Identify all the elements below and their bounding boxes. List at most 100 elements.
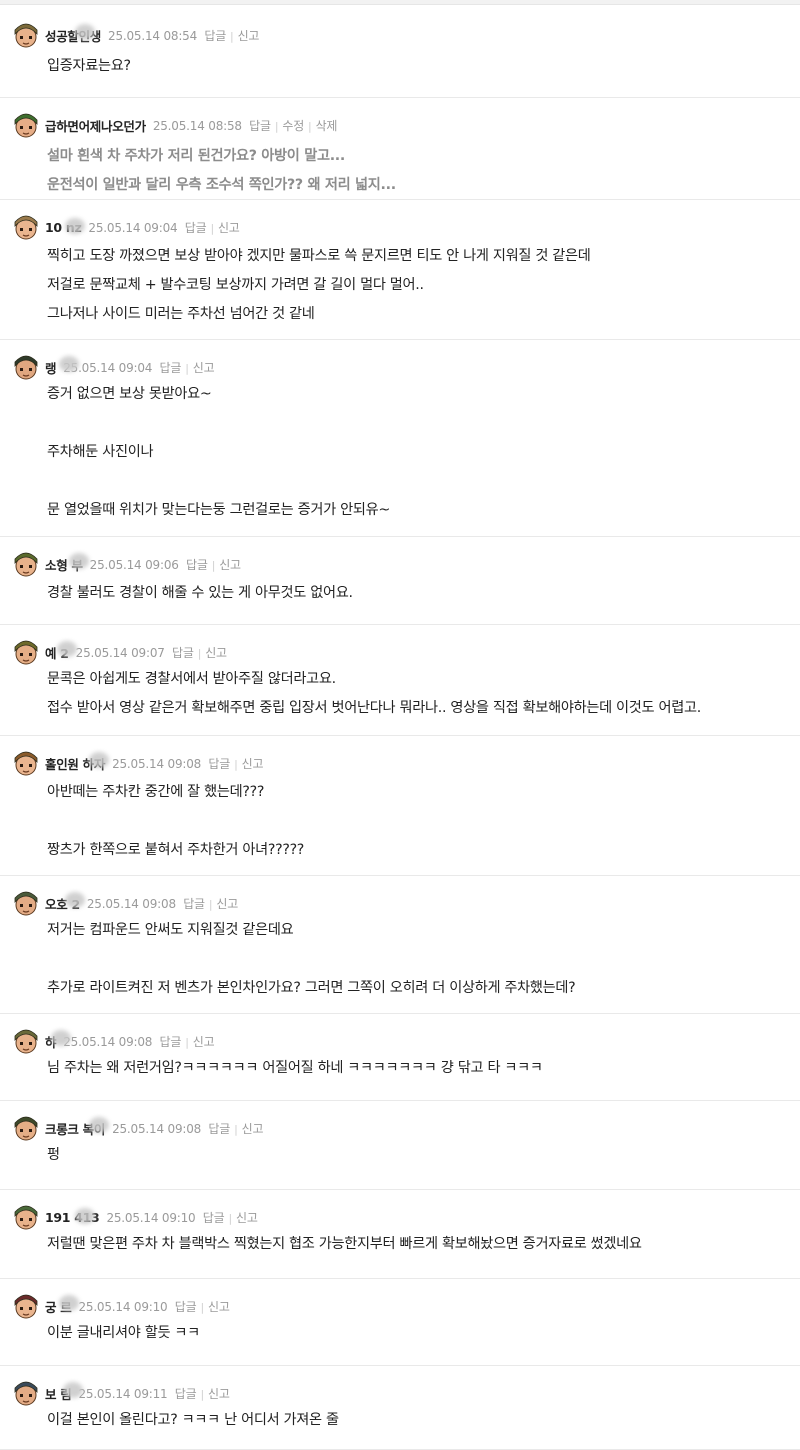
reply-button[interactable]: 답글	[208, 757, 230, 771]
comment-timestamp: 25.05.14 09:08	[112, 1121, 202, 1136]
meta-separator: |	[234, 1122, 238, 1136]
tan-helmet-avatar-icon[interactable]	[12, 21, 40, 49]
comment-nickname[interactable]: 궁 르	[45, 1294, 79, 1316]
comment-text-line: 찍히고 도장 까졌으면 보상 받아야 겠지만 물파스로 쓱 문지르면 티도 안 …	[47, 248, 591, 264]
report-button[interactable]: 신고	[242, 757, 264, 771]
meta-separator	[154, 362, 157, 375]
comment-text-line: 문콕은 아쉽게도 경찰서에서 받아주질 않더라고요.	[47, 671, 336, 687]
olive-cap-avatar-icon[interactable]	[12, 1027, 40, 1055]
comment-meta: 25.05.14 09:08 답글 | 신고	[63, 1033, 214, 1050]
report-button[interactable]: 신고	[242, 1122, 264, 1136]
comment-nickname[interactable]: 191 413	[45, 1207, 100, 1225]
reply-button[interactable]: 답글	[249, 119, 271, 133]
camo-helmet-avatar-icon[interactable]	[12, 889, 40, 917]
comment-body: 설마 흰색 차 주차가 저리 된건가요? 아방이 말고... 운전석이 일반과 달…	[47, 142, 780, 200]
comment-header: 랭 25.05.14 09:04 답글 | 신고	[12, 352, 215, 382]
comment-nickname[interactable]: 오호 2	[45, 891, 85, 913]
striped-helmet-avatar-icon[interactable]	[12, 638, 40, 666]
comment-nickname[interactable]: 예 2	[45, 640, 77, 662]
reply-button[interactable]: 답글	[175, 1300, 197, 1314]
comment-text-line: 님 주차는 왜 저런거임?ㅋㅋㅋㅋㅋㅋ 어질어질 하네 ㅋㅋㅋㅋㅋㅋㅋ 걍 닦고…	[47, 1060, 543, 1076]
comment-text-line: 접수 받아서 영상 같은거 확보해주면 중립 입장서 벗어난다나 뭐라나.. 영…	[47, 700, 701, 716]
meta-separator	[197, 1212, 200, 1225]
comment-item: 성공할인생 25.05.14 08:54 답글 | 신고 입증자료는요?	[0, 8, 800, 98]
comment-timestamp: 25.05.14 09:10	[106, 1210, 196, 1225]
report-button[interactable]: 신고	[193, 1035, 215, 1049]
nickname-blur-mask	[75, 23, 95, 40]
comment-meta: 25.05.14 09:04 답글 | 신고	[88, 219, 239, 236]
comment-timestamp: 25.05.14 09:04	[88, 220, 178, 235]
report-button[interactable]: 신고	[205, 646, 227, 660]
report-button[interactable]: 신고	[193, 361, 215, 375]
report-button[interactable]: 신고	[238, 29, 260, 43]
comment-nickname[interactable]: 10 nz	[45, 217, 85, 235]
delete-button[interactable]: 삭제	[316, 119, 338, 133]
report-button[interactable]: 신고	[218, 221, 240, 235]
comment-meta: 25.05.14 09:08 답글 | 신고	[112, 755, 263, 772]
edit-button[interactable]: 수정	[282, 119, 304, 133]
comment-body: 문콕은 아쉽게도 경찰서에서 받아주질 않더라고요. 접수 받아서 영상 같은거 …	[47, 665, 780, 723]
comment-nickname[interactable]: 홀인원 하자	[45, 751, 109, 773]
comment-nickname[interactable]: 소형 부	[45, 552, 89, 574]
meta-separator	[179, 222, 182, 235]
comment-nickname[interactable]: 랭	[45, 355, 79, 377]
reply-button[interactable]: 답글	[183, 897, 205, 911]
reply-button[interactable]: 답글	[175, 1387, 197, 1401]
report-button[interactable]: 신고	[208, 1300, 230, 1314]
meta-separator	[167, 647, 170, 660]
glasses-helmet-avatar-icon[interactable]	[12, 1379, 40, 1407]
comment-timestamp: 25.05.14 09:11	[78, 1386, 168, 1401]
brown-cap-avatar-icon[interactable]	[12, 749, 40, 777]
comment-item: 랭 25.05.14 09:04 답글 | 신고 증거 없으면 보상 못받아요~ 주차해둔…	[0, 340, 800, 537]
meta-separator	[203, 1123, 206, 1136]
comment-header: 궁 르 25.05.14 09:10 답글 | 신고	[12, 1291, 230, 1321]
tan-cap-avatar-icon[interactable]	[12, 213, 40, 241]
reply-button[interactable]: 답글	[185, 221, 207, 235]
comment-nickname[interactable]: 햐	[45, 1029, 71, 1051]
comment-header: 오호 2 25.05.14 09:08 답글 | 신고	[12, 888, 238, 918]
comment-text-line: 그나저나 사이드 미러는 주차선 넘어간 것 같네	[47, 306, 315, 322]
comment-item: 소형 부 25.05.14 09:06 답글 | 신고 경찰 불러도 경찰이 해줄 수 …	[0, 537, 800, 625]
comment-body: 경찰 불러도 경찰이 해줄 수 있는 게 아무것도 없어요.	[47, 579, 780, 608]
nickname-blur-mask	[69, 552, 89, 569]
comment-item: 예 2 25.05.14 09:07 답글 | 신고 문콕은 아쉽게도 경찰서에서 받아…	[0, 625, 800, 736]
reply-button[interactable]: 답글	[186, 558, 208, 572]
comment-header: 10 nz 25.05.14 09:04 답글 | 신고	[12, 212, 240, 242]
report-button[interactable]: 신고	[216, 897, 238, 911]
reply-button[interactable]: 답글	[160, 1035, 182, 1049]
comment-nickname[interactable]: 급하면어제나오던가	[45, 116, 146, 135]
reply-button[interactable]: 답글	[204, 29, 226, 43]
comment-timestamp: 25.05.14 09:07	[75, 645, 165, 660]
olive-helmet-avatar-icon[interactable]	[12, 550, 40, 578]
comment-text-line: 운전석이 일반과 달리 우측 조수석 쪽인가?? 왜 저리 넓지...	[47, 177, 396, 193]
comment-nickname[interactable]: 성공할인생	[45, 23, 101, 45]
report-button[interactable]: 신고	[208, 1387, 230, 1401]
comment-header: 보 림 25.05.14 09:11 답글 | 신고	[12, 1378, 230, 1408]
reply-button[interactable]: 답글	[203, 1211, 225, 1225]
comment-nickname[interactable]: 보 림	[45, 1381, 83, 1403]
comment-nickname[interactable]: 크롱크 복이	[45, 1116, 109, 1138]
comment-header: 급하면어제나오던가 25.05.14 08:58 답글 | 수정 | 삭제	[12, 110, 337, 140]
reply-button[interactable]: 답글	[208, 1122, 230, 1136]
reply-button[interactable]: 답글	[172, 646, 194, 660]
nickname-blur-mask	[63, 1381, 83, 1398]
reply-button[interactable]: 답글	[160, 361, 182, 375]
comment-text-line: 입증자료는요?	[47, 58, 131, 74]
report-button[interactable]: 신고	[236, 1211, 258, 1225]
comment-meta: 25.05.14 09:08 답글 | 신고	[87, 895, 238, 912]
comment-body: 님 주차는 왜 저런거임?ㅋㅋㅋㅋㅋㅋ 어질어질 하네 ㅋㅋㅋㅋㅋㅋㅋ 걍 닦고…	[47, 1054, 780, 1083]
maroon-hair-avatar-icon[interactable]	[12, 1292, 40, 1320]
nickname-blur-mask	[59, 1294, 79, 1311]
nickname-blur-mask	[51, 1029, 71, 1046]
comment-item: 홀인원 하자 25.05.14 09:08 답글 | 신고 아반떼는 주차칸 중간에 잘…	[0, 736, 800, 876]
nickname-blur-mask	[75, 1207, 95, 1224]
dark-olive-helmet-avatar-icon[interactable]	[12, 1114, 40, 1142]
green-cap-avatar-icon[interactable]	[12, 1203, 40, 1231]
report-button[interactable]: 신고	[219, 558, 241, 572]
comment-body: 이걸 본인이 올린다고? ㅋㅋㅋ 난 어디서 가져온 줄	[47, 1406, 780, 1435]
dark-helmet-avatar-icon[interactable]	[12, 353, 40, 381]
nickname-blur-mask	[89, 751, 109, 768]
green-helmet-avatar-icon[interactable]	[12, 111, 40, 139]
comment-text-line: 추가로 라이트켜진 저 벤츠가 본인차인가요? 그러면 그쪽이 오히려 더 이상…	[47, 980, 576, 996]
nickname-blur-mask	[57, 640, 77, 657]
